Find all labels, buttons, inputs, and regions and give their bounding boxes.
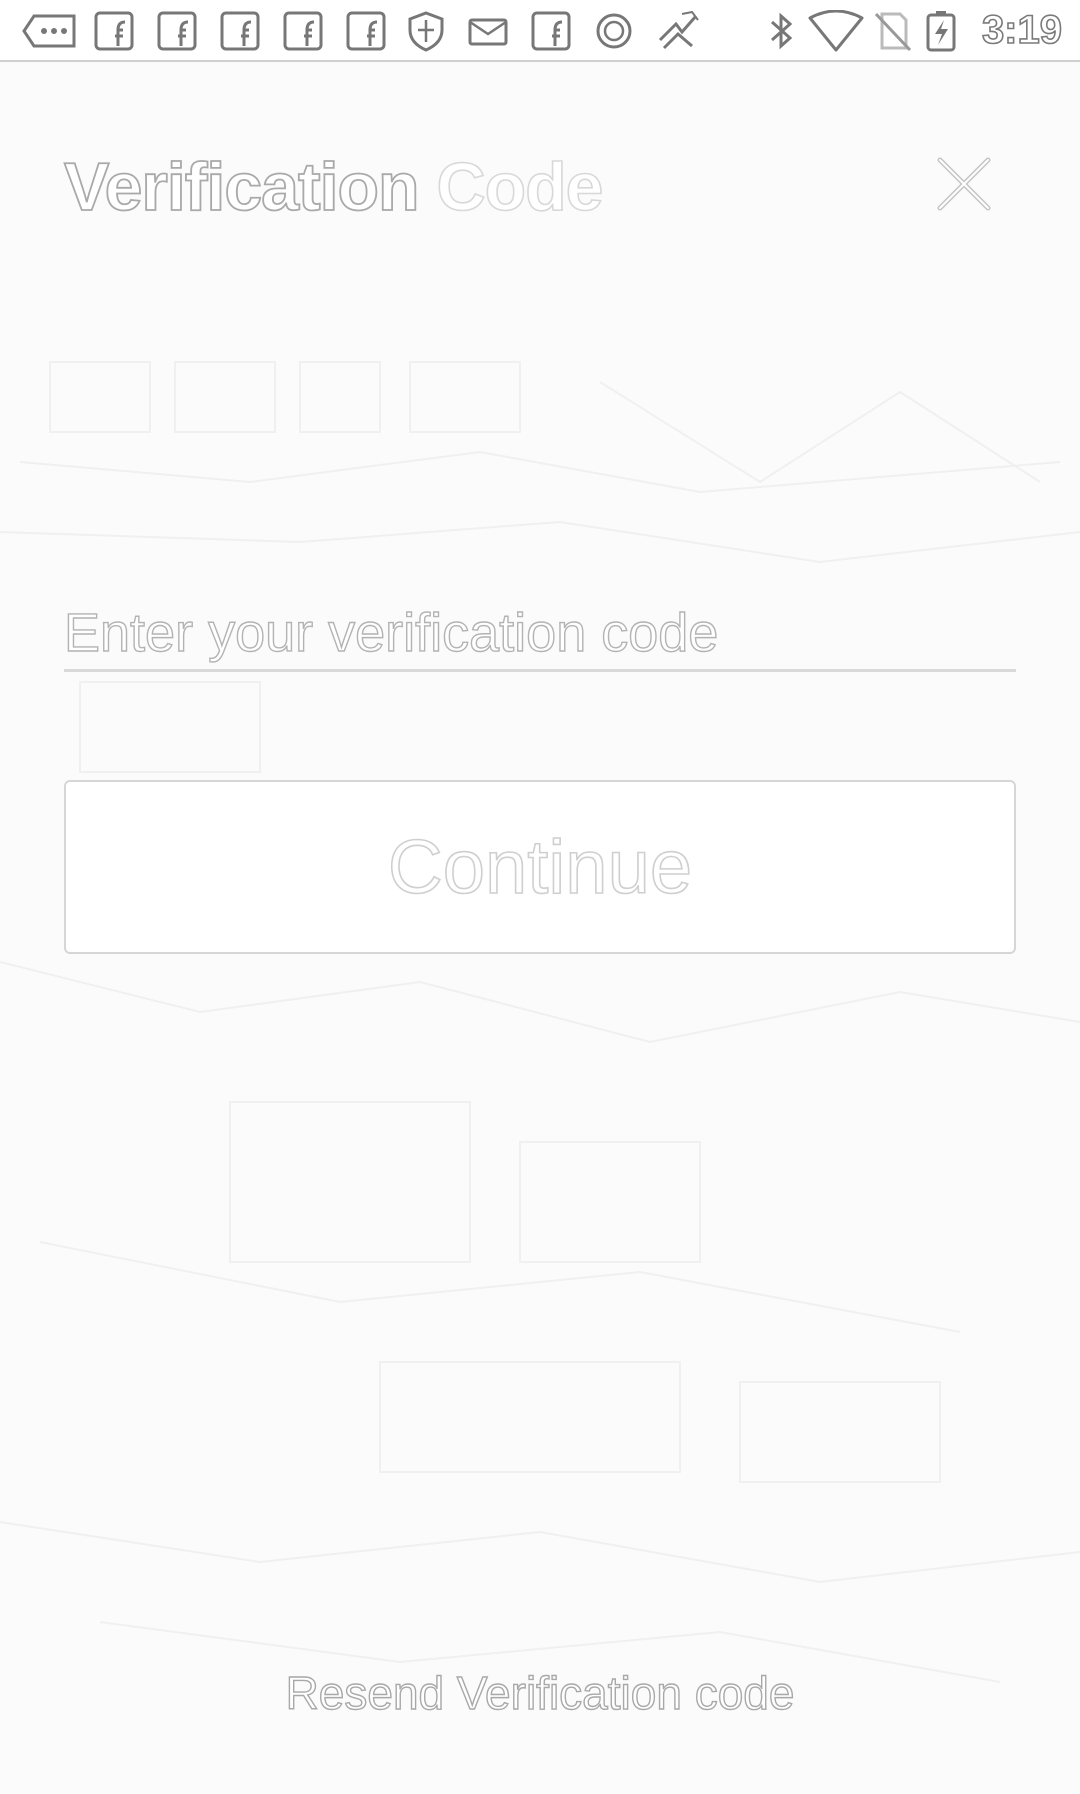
circle-icon: [596, 13, 632, 49]
verification-code-input[interactable]: [64, 596, 1016, 672]
verification-screen: 3:19 Verification Code Continue Resend V…: [0, 0, 1080, 1794]
more-dots-icon: [22, 14, 76, 48]
mail-icon: [468, 18, 508, 46]
continue-button-label: Continue: [387, 824, 693, 911]
bluetooth-icon: [771, 12, 793, 50]
page-title-part2: Code: [436, 148, 605, 226]
page-title-part1: Verification: [63, 148, 420, 226]
continue-button[interactable]: Continue: [64, 780, 1016, 954]
battery-charging-icon: [926, 11, 956, 52]
facebook-icon: [157, 11, 197, 51]
no-sim-icon: [874, 12, 912, 52]
facebook-icon: [531, 11, 571, 51]
status-time: 3:19: [981, 7, 1063, 53]
facebook-icon: [220, 11, 260, 51]
facebook-icon: [283, 11, 323, 51]
facebook-icon: [94, 11, 134, 51]
status-bar: 3:19: [0, 0, 1080, 62]
close-icon[interactable]: [932, 152, 996, 216]
shield-icon: [408, 11, 444, 52]
page-title: Verification Code: [63, 148, 605, 226]
resend-verification-link[interactable]: Resend Verification code: [0, 1666, 1080, 1720]
wifi-icon: [808, 10, 864, 52]
resend-verification-label: Resend Verification code: [285, 1666, 795, 1719]
facebook-icon: [346, 11, 386, 51]
fan-icon: [658, 10, 699, 50]
